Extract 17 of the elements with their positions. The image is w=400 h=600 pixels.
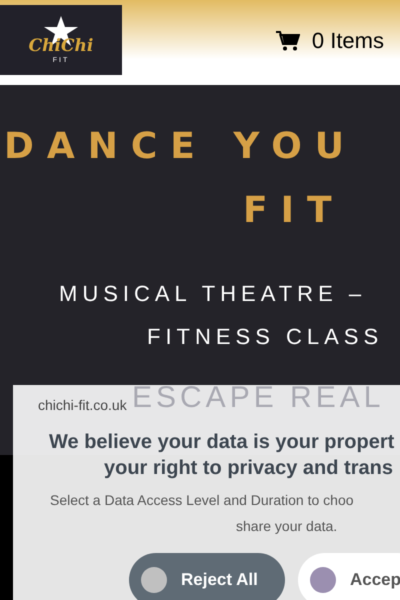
accept-button[interactable]: Accep [298, 553, 400, 600]
consent-text: share your data. [236, 518, 338, 534]
hero-title: DANCE YOU [4, 126, 358, 167]
cart-link[interactable]: 0 Items [276, 28, 384, 54]
hero-tagline: ESCAPE REAL [132, 381, 384, 414]
site-name: chichi-fit.co.uk [38, 397, 127, 413]
consent-text: Select a Data Access Level and Duration to choo [50, 492, 354, 508]
logo-text: ChiChi [28, 38, 94, 55]
dot-icon [141, 567, 167, 593]
consent-heading: We believe your data is your propert [49, 431, 394, 453]
cart-icon [276, 31, 300, 51]
consent-heading: your right to privacy and trans [104, 457, 393, 479]
hero-subtitle: FITNESS CLASS [147, 324, 384, 349]
reject-button[interactable]: Reject All [129, 553, 285, 600]
dot-icon [310, 567, 336, 593]
hero-subtitle: MUSICAL THEATRE – [59, 281, 366, 306]
hero-title: FIT [243, 190, 345, 231]
